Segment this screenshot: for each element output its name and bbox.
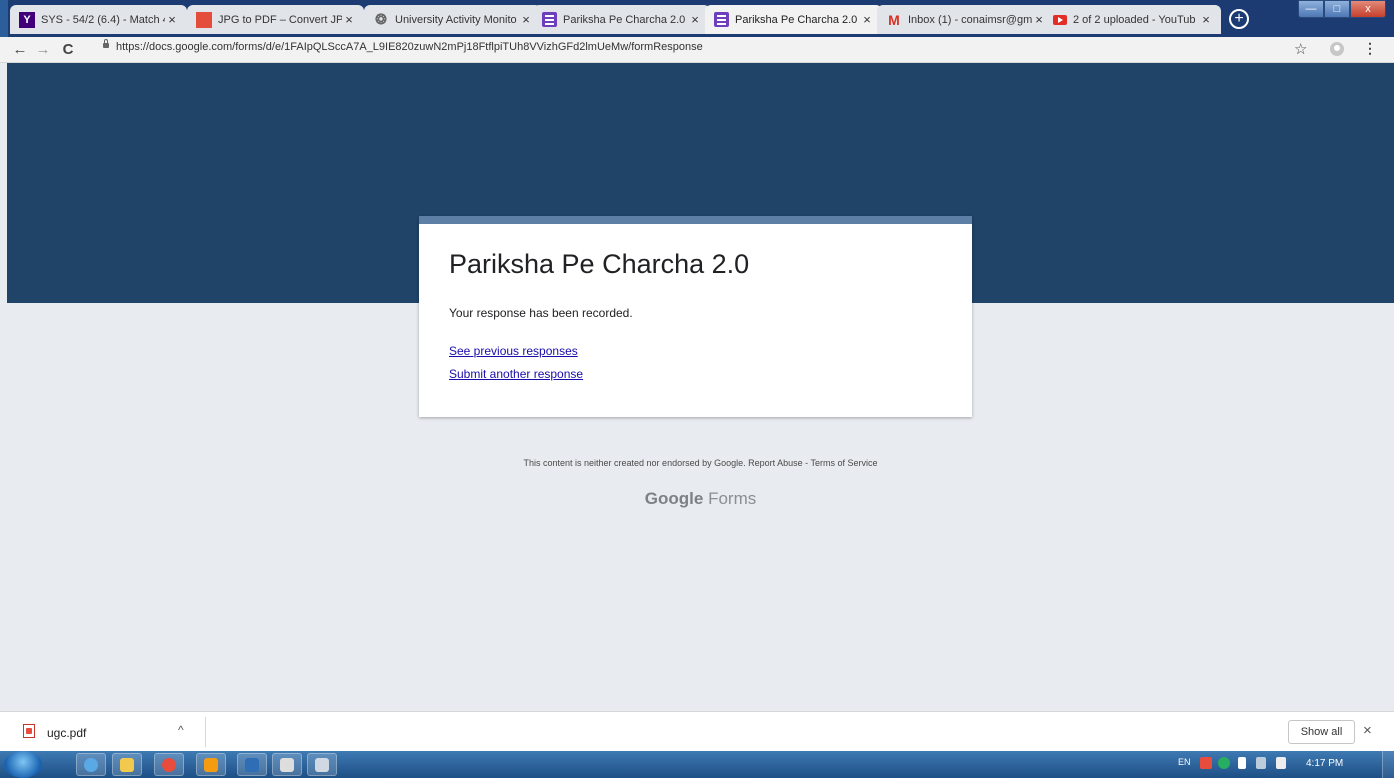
- see-previous-responses-link[interactable]: See previous responses: [449, 344, 578, 358]
- printer-icon[interactable]: [272, 753, 302, 776]
- show-all-downloads-button[interactable]: Show all: [1288, 720, 1355, 744]
- close-shelf-icon[interactable]: ×: [1363, 722, 1372, 739]
- action-center-flag-icon[interactable]: [1238, 757, 1246, 769]
- maximize-button[interactable]: □: [1324, 0, 1350, 18]
- reload-button[interactable]: C: [58, 39, 78, 59]
- tab-title: 2 of 2 uploaded - YouTub: [1073, 13, 1196, 26]
- form-title: Pariksha Pe Charcha 2.0: [449, 249, 750, 279]
- tab-pariksha-active[interactable]: Pariksha Pe Charcha 2.0 ×: [705, 5, 882, 34]
- confirmation-message: Your response has been recorded.: [449, 306, 633, 320]
- tab-sys-match[interactable]: Y SYS - 54/2 (6.4) - Match 4 ×: [10, 5, 187, 34]
- tab-gmail-inbox[interactable]: M Inbox (1) - conaimsr@gm ×: [877, 5, 1054, 34]
- lock-icon: [103, 39, 109, 48]
- tab-close-icon[interactable]: ×: [165, 12, 179, 27]
- university-icon: ❂: [375, 11, 387, 27]
- internet-explorer-icon[interactable]: [76, 753, 106, 776]
- browser-tab-strip: Y SYS - 54/2 (6.4) - Match 4 × JPG to PD…: [0, 0, 1394, 37]
- show-desktop-button[interactable]: [1382, 751, 1394, 778]
- tab-youtube-upload[interactable]: 2 of 2 uploaded - YouTub ×: [1044, 5, 1221, 34]
- back-button[interactable]: ←: [10, 39, 30, 59]
- window-app-icon[interactable]: [307, 753, 337, 776]
- download-file-name[interactable]: ugc.pdf: [47, 726, 86, 740]
- start-button-icon[interactable]: [4, 751, 42, 778]
- language-indicator[interactable]: EN: [1178, 757, 1191, 767]
- pdf-file-icon: [23, 724, 35, 738]
- minimize-button[interactable]: —: [1298, 0, 1324, 18]
- google-forms-logo[interactable]: Google Forms: [7, 489, 1394, 509]
- footer-disclaimer[interactable]: This content is neither created nor endo…: [7, 458, 1394, 468]
- tab-title: JPG to PDF – Convert JPG: [218, 13, 342, 26]
- form-page: Pariksha Pe Charcha 2.0 Your response ha…: [7, 63, 1394, 711]
- forms-wordmark: Forms: [708, 489, 757, 508]
- download-shelf: ugc.pdf ^ Show all ×: [0, 711, 1394, 752]
- google-wordmark: Google: [644, 489, 704, 508]
- tab-title: University Activity Monito: [395, 13, 517, 26]
- google-forms-icon: [542, 12, 557, 27]
- tab-title: Pariksha Pe Charcha 2.0: [735, 13, 858, 26]
- address-bar-url[interactable]: https://docs.google.com/forms/d/e/1FAIpQ…: [116, 41, 703, 53]
- network-tray-icon[interactable]: [1256, 757, 1266, 769]
- browser-menu-icon[interactable]: ⋮: [1363, 40, 1377, 57]
- bookmark-star-icon[interactable]: ☆: [1294, 40, 1307, 58]
- chrome-icon[interactable]: [154, 753, 184, 776]
- sync-tray-icon[interactable]: [1218, 757, 1230, 769]
- word-icon[interactable]: [237, 753, 267, 776]
- close-window-button[interactable]: x: [1350, 0, 1386, 18]
- file-explorer-icon[interactable]: [112, 753, 142, 776]
- tab-title: SYS - 54/2 (6.4) - Match 4: [41, 13, 165, 26]
- profile-avatar-icon[interactable]: [1330, 42, 1344, 56]
- gmail-icon: M: [888, 11, 900, 28]
- google-forms-icon: [714, 12, 729, 27]
- volume-muted-icon[interactable]: [1276, 757, 1286, 769]
- tab-jpg-to-pdf[interactable]: JPG to PDF – Convert JPG ×: [187, 5, 364, 34]
- forward-button[interactable]: →: [33, 39, 53, 59]
- card-accent-bar: [419, 216, 972, 224]
- jpg-pdf-icon: [196, 11, 212, 28]
- tab-pariksha-1[interactable]: Pariksha Pe Charcha 2.0 ×: [533, 5, 710, 34]
- tab-close-icon[interactable]: ×: [688, 12, 702, 27]
- media-player-icon[interactable]: [196, 753, 226, 776]
- window-controls: — □ x: [1298, 0, 1386, 20]
- shelf-divider: [205, 717, 206, 747]
- tab-title: Inbox (1) - conaimsr@gm: [908, 13, 1032, 26]
- tab-close-icon[interactable]: ×: [342, 12, 356, 27]
- antivirus-tray-icon[interactable]: [1200, 757, 1212, 769]
- tab-close-icon[interactable]: ×: [860, 12, 874, 27]
- submit-another-response-link[interactable]: Submit another response: [449, 367, 583, 381]
- tab-close-icon[interactable]: ×: [1199, 12, 1213, 27]
- new-tab-button[interactable]: +: [1229, 9, 1249, 29]
- taskbar-clock[interactable]: 4:17 PM: [1306, 758, 1343, 769]
- windows-taskbar: EN 4:17 PM: [0, 751, 1394, 778]
- youtube-icon: [1053, 14, 1067, 25]
- download-options-chevron-icon[interactable]: ^: [178, 723, 184, 737]
- tab-university-activity[interactable]: ❂ University Activity Monito ×: [364, 5, 541, 34]
- tab-close-icon[interactable]: ×: [519, 12, 533, 27]
- address-toolbar: ← → C https://docs.google.com/forms/d/e/…: [0, 37, 1394, 63]
- yahoo-icon: Y: [19, 11, 35, 28]
- confirmation-card: Pariksha Pe Charcha 2.0 Your response ha…: [419, 216, 972, 417]
- tab-title: Pariksha Pe Charcha 2.0: [563, 13, 686, 26]
